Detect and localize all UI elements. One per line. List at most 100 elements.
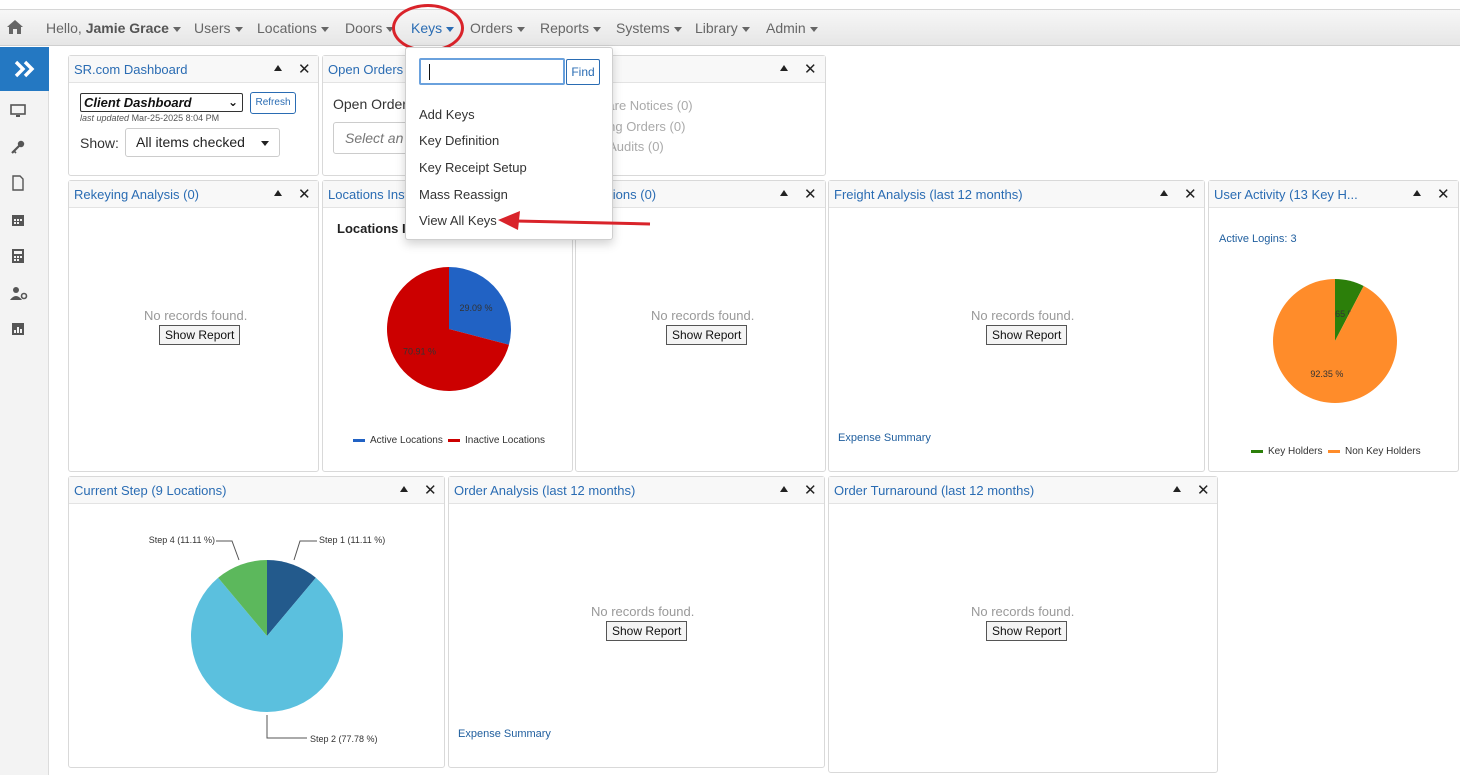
nav-item-admin[interactable]: Admin [766, 10, 818, 46]
panel-header: ransitions (0) ✕ [576, 181, 825, 208]
sidebar [0, 47, 49, 775]
caret-down-icon [261, 141, 269, 146]
panel-title[interactable]: SR.com Dashboard [74, 62, 187, 77]
leader-line [216, 540, 240, 561]
keys-search-input[interactable] [419, 58, 565, 85]
close-icon[interactable]: ✕ [804, 60, 817, 78]
menu-item-key-receipt-setup[interactable]: Key Receipt Setup [419, 160, 527, 175]
panel-header: Order Analysis (last 12 months) ✕ [449, 477, 824, 504]
collapse-icon[interactable] [274, 65, 282, 71]
close-icon[interactable]: ✕ [1184, 185, 1197, 203]
collapse-icon[interactable] [780, 190, 788, 196]
legend-label: Key Holders [1268, 446, 1323, 457]
arrow-head [498, 211, 520, 230]
nav-item-keys[interactable]: Keys [411, 10, 455, 46]
pie-slice-non-key-holders[interactable] [1273, 279, 1397, 403]
calendar-icon[interactable] [10, 212, 26, 228]
leader-line [293, 540, 317, 561]
nav-label: Users [194, 20, 231, 36]
pie-data-label: Step 2 (77.78 %) [310, 734, 378, 744]
text-cursor [429, 64, 430, 80]
greeting-text: Hello, [46, 20, 82, 36]
expand-sidebar-button[interactable] [0, 47, 49, 91]
last-updated-value: Mar-25-2025 8:04 PM [131, 113, 220, 123]
user-settings-icon[interactable] [10, 285, 28, 301]
nav-label: Systems [616, 20, 670, 36]
collapse-icon[interactable] [780, 486, 788, 492]
show-filter-value: All items checked [136, 134, 245, 150]
show-report-button[interactable]: Show Report [986, 621, 1068, 641]
panel-header: Order Turnaround (last 12 months) ✕ [829, 477, 1217, 504]
close-icon[interactable]: ✕ [804, 481, 817, 499]
panel-header: SR.com Dashboard ✕ [69, 56, 318, 83]
current-step-pie-chart: Step 1 (11.11 %) Step 4 (11.11 %) Step 2 (… [149, 535, 385, 744]
panel-title[interactable]: Open Orders [328, 62, 403, 77]
panel-title[interactable]: Order Turnaround (last 12 months) [834, 483, 1034, 498]
close-icon[interactable]: ✕ [298, 60, 311, 78]
collapse-icon[interactable] [274, 190, 282, 196]
nav-label: Doors [345, 20, 383, 36]
close-icon[interactable]: ✕ [298, 185, 311, 203]
nav-item-orders[interactable]: Orders [470, 10, 525, 46]
nav-item-locations[interactable]: Locations [257, 10, 329, 46]
bar-chart-icon[interactable] [10, 321, 26, 337]
menu-item-key-definition[interactable]: Key Definition [419, 133, 499, 148]
nav-label: Orders [470, 20, 513, 36]
close-icon[interactable]: ✕ [1197, 481, 1210, 499]
expense-summary-link[interactable]: Expense Summary [838, 432, 931, 444]
panel-freight: Freight Analysis (last 12 months) ✕ No r… [828, 180, 1205, 472]
legend-swatch [1328, 449, 1340, 453]
chevron-down-icon [741, 26, 750, 32]
chevron-down-icon [172, 26, 181, 32]
panel-header: ages ✕ [576, 56, 825, 83]
panel-title[interactable]: Rekeying Analysis (0) [74, 187, 199, 202]
panel-header: Freight Analysis (last 12 months) ✕ [829, 181, 1204, 208]
panel-order-analysis: Order Analysis (last 12 months) ✕ No rec… [448, 476, 825, 768]
pie-data-label: 70.91 % [403, 347, 436, 357]
last-updated-label: last updated [80, 113, 130, 123]
show-report-button[interactable]: Show Report [666, 325, 748, 345]
nav-label: Library [695, 20, 738, 36]
nav-label: Admin [766, 20, 806, 36]
monitor-icon[interactable] [10, 103, 26, 119]
close-icon[interactable]: ✕ [804, 185, 817, 203]
calculator-icon[interactable] [10, 248, 26, 264]
double-chevron-right-icon [14, 60, 34, 78]
pie-data-label: 92.35 % [1310, 369, 1343, 379]
dashboard-select[interactable]: Client Dashboard ⌄ [80, 93, 243, 112]
chevron-down-icon [234, 26, 243, 32]
show-report-button[interactable]: Show Report [159, 325, 241, 345]
collapse-icon[interactable] [780, 65, 788, 71]
pie-data-label: Step 1 (11.11 %) [319, 535, 385, 545]
menu-item-mass-reassign[interactable]: Mass Reassign [419, 187, 508, 202]
legend-label: Active Locations [370, 435, 443, 446]
nav-item-systems[interactable]: Systems [616, 10, 682, 46]
panel-user-activity: User Activity (13 Key H... ✕ Active Logi… [1208, 180, 1459, 472]
nav-item-doors[interactable]: Doors [345, 10, 395, 46]
nav-item-reports[interactable]: Reports [540, 10, 602, 46]
panel-title[interactable]: Freight Analysis (last 12 months) [834, 187, 1023, 202]
document-icon[interactable] [10, 175, 26, 191]
nav-item-library[interactable]: Library [695, 10, 750, 46]
user-menu[interactable]: Hello, Jamie Grace [46, 10, 181, 46]
pie-data-label: Step 4 (11.11 %) [149, 535, 215, 545]
show-filter-select[interactable]: All items checked [125, 128, 280, 157]
top-border [0, 0, 1460, 10]
refresh-button[interactable]: Refresh [250, 92, 296, 114]
find-button[interactable]: Find [566, 59, 600, 85]
panel-dashboard: SR.com Dashboard ✕ Client Dashboard ⌄ Re… [68, 55, 319, 176]
menu-item-add-keys[interactable]: Add Keys [419, 107, 475, 122]
menu-item-view-all-keys[interactable]: View All Keys [419, 213, 497, 228]
last-updated-text: last updated Mar-25-2025 8:04 PM [80, 113, 219, 123]
collapse-icon[interactable] [1160, 190, 1168, 196]
panel-current-step: Current Step (9 Locations) ✕ Step 1 (11.… [68, 476, 445, 768]
show-report-button[interactable]: Show Report [606, 621, 688, 641]
collapse-icon[interactable] [1173, 486, 1181, 492]
home-icon[interactable] [6, 16, 26, 38]
expense-summary-link[interactable]: Expense Summary [458, 728, 551, 740]
panel-order-turnaround: Order Turnaround (last 12 months) ✕ No r… [828, 476, 1218, 773]
show-report-button[interactable]: Show Report [986, 325, 1068, 345]
panel-title[interactable]: Order Analysis (last 12 months) [454, 483, 635, 498]
key-icon[interactable] [10, 139, 26, 155]
nav-item-users[interactable]: Users [194, 10, 243, 46]
